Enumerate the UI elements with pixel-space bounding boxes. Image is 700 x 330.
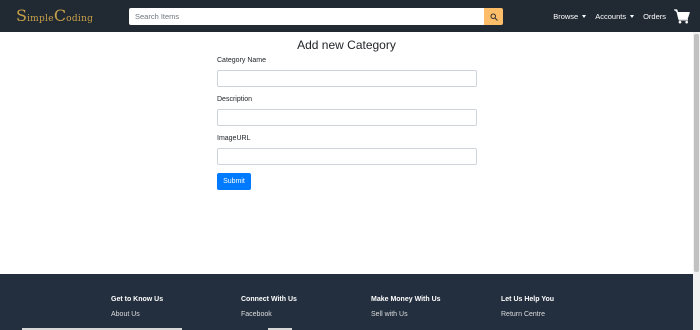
top-navbar: S imple C oding Browse Accounts Orders (0, 0, 700, 32)
footer-link-return-centre[interactable]: Return Centre (501, 311, 554, 318)
footer-column: Make Money With Us Sell with Us (371, 296, 441, 318)
submit-button[interactable]: Submit (217, 173, 251, 190)
image-url-label: ImageURL (217, 135, 251, 142)
image-url-input[interactable] (217, 148, 477, 165)
page-title: Add new Category (297, 38, 396, 52)
brand-logo[interactable]: S imple C oding (16, 6, 93, 26)
brand-letter: oding (66, 14, 94, 24)
vertical-scrollbar[interactable] (693, 32, 700, 330)
caret-down-icon (582, 14, 587, 18)
footer-heading: Get to Know Us (111, 296, 164, 303)
footer-heading: Connect With Us (241, 296, 297, 303)
category-name-label: Category Name (217, 57, 267, 64)
footer-column: Let Us Help You Return Centre (501, 296, 554, 318)
footer-column: Connect With Us Facebook (241, 296, 297, 318)
orders-link[interactable]: Orders (643, 12, 666, 21)
footer-link-about-us[interactable]: About Us (111, 311, 163, 318)
scrollbar-thumb[interactable] (694, 34, 699, 272)
search-bar (129, 8, 503, 25)
browse-label: Browse (553, 11, 579, 21)
category-name-input[interactable] (217, 70, 477, 87)
brand-letter: C (53, 6, 67, 25)
search-input[interactable] (129, 8, 484, 25)
search-button[interactable] (484, 8, 503, 25)
footer-heading: Let Us Help You (501, 296, 555, 303)
brand-letter: S (16, 6, 27, 25)
description-input[interactable] (217, 109, 477, 126)
shopping-cart-icon (674, 8, 690, 23)
accounts-dropdown[interactable]: Accounts (595, 11, 635, 21)
search-icon (490, 13, 498, 21)
footer-column: Get to Know Us About Us (111, 296, 163, 318)
footer-link-facebook[interactable]: Facebook (241, 311, 297, 318)
browse-dropdown[interactable]: Browse (553, 11, 587, 21)
accounts-label: Accounts (595, 11, 627, 21)
brand-letter: imple (26, 14, 54, 24)
cart-button[interactable] (674, 8, 690, 24)
orders-label: Orders (643, 11, 666, 21)
description-label: Description (217, 96, 253, 103)
nav-links: Browse Accounts Orders (544, 0, 690, 32)
footer-link-sell-with-us[interactable]: Sell with Us (371, 311, 441, 318)
footer-heading: Make Money With Us (371, 296, 441, 303)
caret-down-icon (630, 14, 635, 18)
site-footer: Get to Know Us About Us Connect With Us … (0, 274, 693, 330)
